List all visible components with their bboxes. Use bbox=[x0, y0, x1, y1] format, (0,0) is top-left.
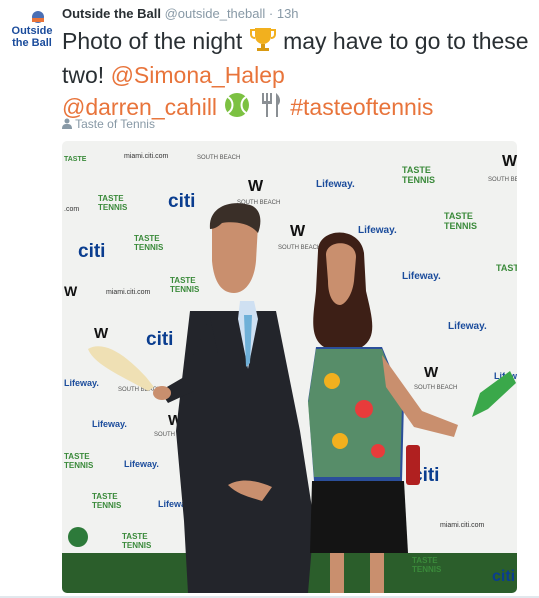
w-logo: W bbox=[424, 364, 439, 381]
citi-logo: citi bbox=[146, 329, 173, 350]
tweet-location[interactable]: Taste of Tennis bbox=[62, 117, 155, 131]
photo-canvas: TASTE miami.citi.com SOUTH BEACH TASTE T… bbox=[62, 141, 517, 593]
citi-logo: citi bbox=[492, 568, 515, 585]
avatar-cap bbox=[32, 18, 44, 22]
taste-logo-sub: TENNIS bbox=[122, 541, 152, 550]
citi-logo: citi bbox=[168, 191, 195, 212]
lifeway-logo: Lifeway. bbox=[124, 459, 159, 469]
taste-logo: TASTE bbox=[444, 211, 473, 221]
lifeway-logo: Lifeway. bbox=[358, 225, 397, 236]
handbag bbox=[406, 445, 420, 485]
site-text: miami.citi.com bbox=[124, 153, 169, 160]
taste-logo: TASTE bbox=[64, 156, 87, 163]
w-sub: SOUTH BEACH bbox=[414, 385, 457, 391]
location-label: Taste of Tennis bbox=[75, 117, 155, 131]
tweet-photo[interactable]: TASTE miami.citi.com SOUTH BEACH TASTE T… bbox=[62, 141, 517, 593]
sponsor-badge bbox=[68, 527, 88, 547]
taste-logo-sub: TENNIS bbox=[402, 175, 435, 185]
taste-logo-sub: TENNIS bbox=[92, 501, 122, 510]
w-logo: W bbox=[290, 223, 306, 240]
taste-logo-sub: TENNIS bbox=[64, 461, 94, 470]
lifeway-logo: Lifeway. bbox=[402, 271, 441, 282]
fork-and-knife-icon bbox=[258, 91, 284, 127]
avatar-text-1: Outside bbox=[12, 25, 53, 37]
taste-logo: TASTE bbox=[92, 492, 118, 501]
taste-logo: TASTE bbox=[170, 276, 196, 285]
w-sub: SOUTH BEACH bbox=[488, 177, 517, 183]
lifeway-logo: Lifeway. bbox=[316, 179, 355, 190]
taste-logo: TASTE bbox=[402, 165, 431, 175]
person-location-icon bbox=[62, 117, 75, 131]
taste-logo-sub: TENNIS bbox=[444, 221, 477, 231]
taste-logo-sub: TENNIS bbox=[134, 243, 164, 252]
taste-logo: TASTE bbox=[122, 532, 148, 541]
lifeway-logo: Lifeway. bbox=[448, 321, 487, 332]
trophy-icon bbox=[249, 26, 277, 60]
site-text: miami.citi.com bbox=[106, 289, 151, 296]
taste-logo-sub: TENNIS bbox=[98, 203, 128, 212]
hashtag-tasteoftennis[interactable]: #tasteoftennis bbox=[290, 94, 433, 120]
w-logo: W bbox=[502, 153, 517, 170]
mention-simona-halep[interactable]: @Simona_Halep bbox=[111, 62, 285, 88]
lifeway-logo: Lifeway. bbox=[64, 378, 99, 388]
tweet-header: Outside the Ball @outside_theball · 13h bbox=[62, 6, 299, 21]
citi-logo: citi bbox=[78, 241, 105, 262]
avatar[interactable]: Outside the Ball bbox=[8, 8, 56, 56]
tweet-text-part1: Photo of the night bbox=[62, 28, 243, 54]
taste-logo: TASTE bbox=[64, 452, 90, 461]
w-sub: SOUTH BEACH bbox=[278, 245, 321, 251]
com-text: .com bbox=[64, 206, 79, 213]
taste-logo: TASTE bbox=[134, 234, 160, 243]
author-name[interactable]: Outside the Ball bbox=[62, 6, 161, 21]
tennis-ball-icon bbox=[223, 91, 251, 127]
avatar-text-2: the Ball bbox=[12, 37, 52, 49]
author-handle[interactable]: @outside_theball bbox=[165, 6, 266, 21]
w-logo: W bbox=[94, 325, 109, 342]
taste-logo: TASTE bbox=[412, 556, 438, 565]
w-logo: W bbox=[64, 283, 78, 299]
site-text: miami.citi.com bbox=[440, 522, 485, 529]
taste-logo-sub: TENNIS bbox=[412, 565, 442, 574]
lifeway-logo: Lifeway. bbox=[92, 419, 127, 429]
tweet-text: Photo of the night may have to go to the… bbox=[62, 26, 532, 127]
taste-logo-sub: TENNIS bbox=[170, 285, 200, 294]
w-sub: SOUTH BEACH bbox=[197, 155, 240, 161]
w-logo: W bbox=[248, 178, 264, 195]
tweet-timestamp[interactable]: 13h bbox=[277, 6, 299, 21]
taste-logo: TASTE bbox=[98, 194, 124, 203]
taste-logo: TASTE bbox=[496, 263, 517, 273]
header-separator: · bbox=[268, 6, 274, 21]
